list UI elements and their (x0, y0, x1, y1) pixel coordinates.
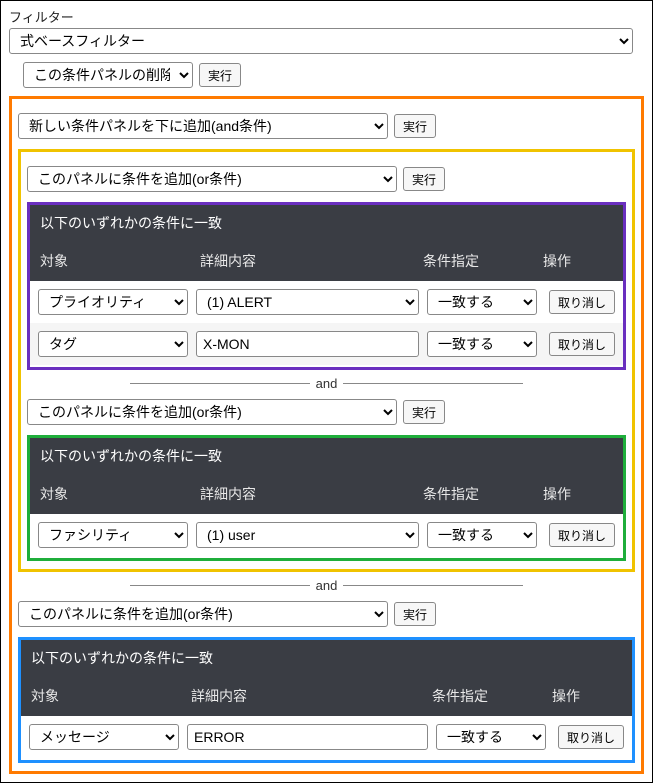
col-target: 対象 (40, 484, 200, 504)
add-and-panel-select[interactable]: 新しい条件パネルを下に追加(and条件) (18, 113, 388, 139)
condition-select[interactable]: 一致する (427, 289, 537, 315)
detail-input[interactable] (187, 724, 428, 750)
condition-panel-2: 以下のいずれかの条件に一致 対象 詳細内容 条件指定 操作 ファシリティ (1)… (27, 435, 626, 561)
cancel-button[interactable]: 取り消し (549, 290, 615, 314)
col-action: 操作 (543, 484, 613, 504)
target-select[interactable]: ファシリティ (38, 522, 188, 548)
condition-row: メッセージ 一致する 取り消し (21, 716, 632, 758)
col-detail: 詳細内容 (191, 686, 432, 706)
col-detail: 詳細内容 (200, 251, 423, 271)
add-or-exec-button-2[interactable]: 実行 (403, 400, 445, 424)
filter-type-select[interactable]: 式ベースフィルター (9, 28, 633, 54)
panel-title: 以下のいずれかの条件に一致 (21, 640, 632, 676)
condition-panel-3: 以下のいずれかの条件に一致 対象 詳細内容 条件指定 操作 メッセージ 一致する… (18, 637, 635, 763)
condition-row: タグ 一致する 取り消し (30, 323, 623, 365)
col-cond: 条件指定 (432, 686, 552, 706)
col-action: 操作 (543, 251, 613, 271)
add-or-exec-button-1[interactable]: 実行 (403, 167, 445, 191)
col-cond: 条件指定 (423, 251, 543, 271)
condition-panel-1: 以下のいずれかの条件に一致 対象 詳細内容 条件指定 操作 プライオリティ (1… (27, 202, 626, 370)
target-select[interactable]: タグ (38, 331, 188, 357)
col-detail: 詳細内容 (200, 484, 423, 504)
target-select[interactable]: プライオリティ (38, 289, 188, 315)
add-or-select-3[interactable]: このパネルに条件を追加(or条件) (18, 601, 388, 627)
and-group-container: 新しい条件パネルを下に追加(and条件) 実行 このパネルに条件を追加(or条件… (9, 96, 644, 774)
cancel-button[interactable]: 取り消し (549, 332, 615, 356)
delete-panel-exec-button[interactable]: 実行 (199, 63, 241, 87)
condition-select[interactable]: 一致する (436, 724, 546, 750)
condition-select[interactable]: 一致する (427, 331, 537, 357)
add-or-select-2[interactable]: このパネルに条件を追加(or条件) (27, 399, 397, 425)
col-target: 対象 (40, 251, 200, 271)
filter-label: フィルター (9, 7, 644, 26)
condition-row: プライオリティ (1) ALERT 一致する 取り消し (30, 281, 623, 323)
condition-row: ファシリティ (1) user 一致する 取り消し (30, 514, 623, 556)
panel-title: 以下のいずれかの条件に一致 (30, 438, 623, 474)
condition-select[interactable]: 一致する (427, 522, 537, 548)
column-header: 対象 詳細内容 条件指定 操作 (30, 241, 623, 281)
filter-config-root: フィルター 式ベースフィルター この条件パネルの削除 実行 新しい条件パネルを下… (0, 0, 653, 783)
target-select[interactable]: メッセージ (29, 724, 179, 750)
cancel-button[interactable]: 取り消し (558, 725, 624, 749)
and-separator: and (18, 578, 635, 593)
delete-panel-select[interactable]: この条件パネルの削除 (23, 62, 193, 88)
add-or-exec-button-3[interactable]: 実行 (394, 602, 436, 626)
detail-input[interactable] (196, 331, 419, 357)
detail-select[interactable]: (1) ALERT (196, 289, 419, 315)
and-separator: and (27, 376, 626, 391)
detail-select[interactable]: (1) user (196, 522, 419, 548)
column-header: 対象 詳細内容 条件指定 操作 (21, 676, 632, 716)
cancel-button[interactable]: 取り消し (549, 523, 615, 547)
column-header: 対象 詳細内容 条件指定 操作 (30, 474, 623, 514)
col-cond: 条件指定 (423, 484, 543, 504)
add-and-panel-exec-button[interactable]: 実行 (394, 114, 436, 138)
panel-title: 以下のいずれかの条件に一致 (30, 205, 623, 241)
add-or-select-1[interactable]: このパネルに条件を追加(or条件) (27, 166, 397, 192)
col-target: 対象 (31, 686, 191, 706)
col-action: 操作 (552, 686, 622, 706)
or-group-container: このパネルに条件を追加(or条件) 実行 以下のいずれかの条件に一致 対象 詳細… (18, 149, 635, 572)
